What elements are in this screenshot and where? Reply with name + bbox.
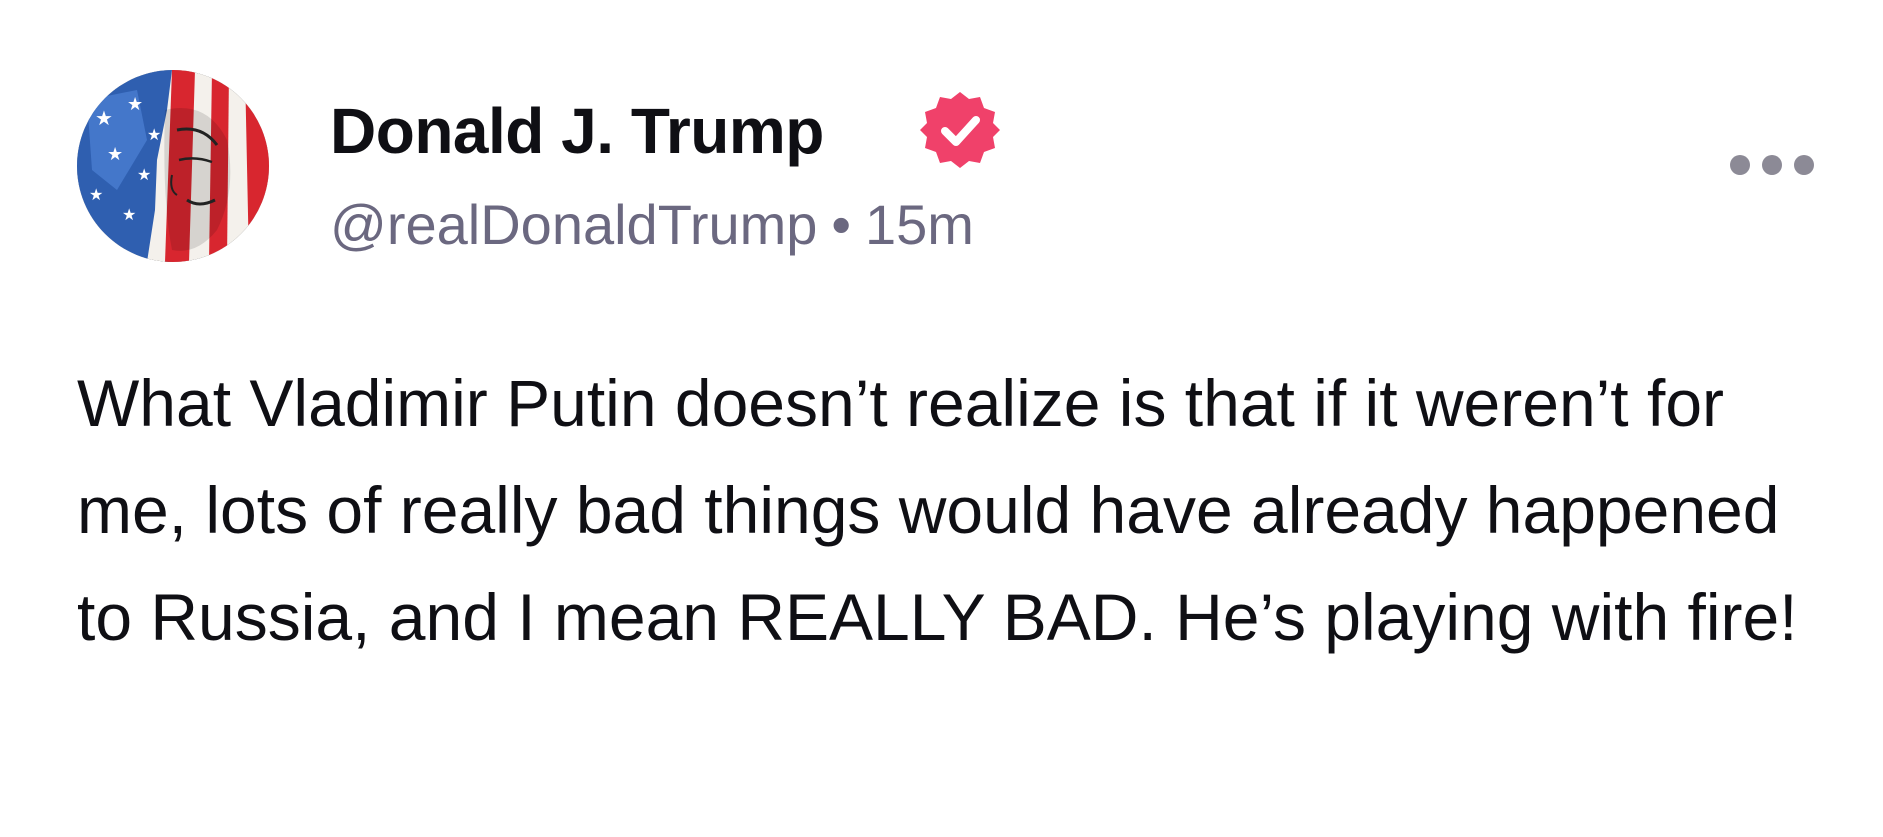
svg-text:★: ★ (89, 185, 103, 204)
svg-text:★: ★ (107, 144, 123, 165)
svg-text:★: ★ (137, 165, 151, 184)
post-card: ★ ★ ★ ★ ★ ★ ★ Donald J. Trump @realDonal… (0, 0, 1883, 837)
more-dot (1794, 155, 1814, 175)
svg-text:★: ★ (95, 106, 113, 130)
svg-text:★: ★ (122, 205, 136, 224)
more-options-icon[interactable] (1730, 150, 1814, 180)
author-avatar[interactable]: ★ ★ ★ ★ ★ ★ ★ (77, 70, 269, 262)
avatar-image: ★ ★ ★ ★ ★ ★ ★ (77, 70, 269, 262)
post-meta: @realDonaldTrump • 15m (330, 190, 974, 260)
post-timestamp[interactable]: 15m (865, 193, 974, 256)
more-dot (1730, 155, 1750, 175)
svg-text:★: ★ (147, 125, 161, 144)
meta-separator: • (831, 193, 852, 256)
verified-badge-icon (920, 90, 1000, 170)
author-handle[interactable]: @realDonaldTrump (330, 193, 817, 256)
more-dot (1762, 155, 1782, 175)
author-name[interactable]: Donald J. Trump (330, 86, 824, 176)
post-body-text: What Vladimir Putin doesn’t realize is t… (77, 366, 1798, 654)
svg-text:★: ★ (127, 94, 143, 115)
